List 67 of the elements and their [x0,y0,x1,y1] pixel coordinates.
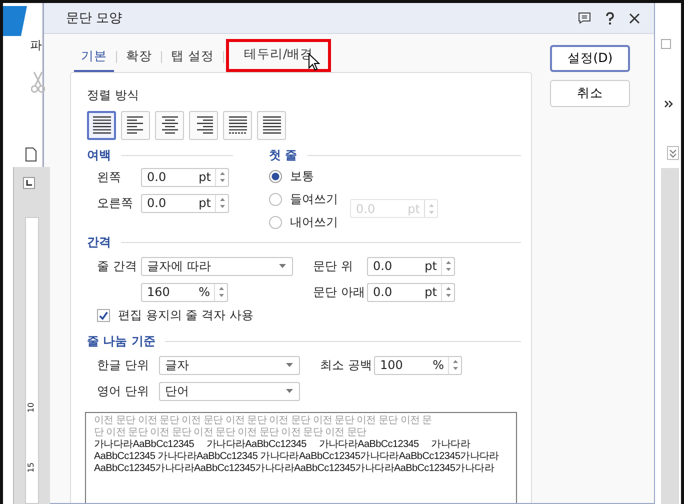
left-align-button[interactable] [121,111,150,140]
section-title: 줄 나눔 기준 [87,332,156,350]
app-logo-icon [3,6,27,36]
field-label: 문단 아래 [313,284,366,300]
section-title: 간격 [87,234,111,250]
section-title: 여백 [87,146,111,164]
preview-text: 가나다라AaBbCc12345 가나다라AaBbCc12345 가나다라AaBbCc12345 가나다라 [94,439,472,451]
menu-item[interactable]: 파 [30,37,42,54]
close-icon[interactable] [629,12,640,24]
dropdown-arrow-icon [286,389,293,393]
number-field[interactable]: 160 % [141,282,228,302]
dropdown-arrow-icon [286,363,293,367]
dropdown[interactable]: 글자 [159,356,300,374]
radio-button[interactable] [269,193,282,206]
radio-label: 들여쓰기 [290,191,338,208]
preview-text: AaBbCc12345 가나다라AaBbCc12345 가나다라AaBbCc12345가나다라AaBbCc12345가나다라 [94,451,500,463]
number-field[interactable]: 100 % [374,356,462,374]
align-lines-icon [126,116,146,135]
center-align-button[interactable] [155,111,184,140]
align-lines-icon [160,116,180,135]
field-label: 줄 간격 [96,258,138,274]
field-label: 왼쪽 [96,168,122,186]
justify-align-button[interactable] [87,111,116,140]
scrollbar[interactable] [661,168,679,504]
preview-text: 단 이전 문단 이전 문단 이전 문단 이전 문단 이전 문단 이전 문단 [94,427,368,439]
checkbox[interactable] [97,309,110,322]
field-label: 최소 공백 [320,356,373,374]
tab[interactable]: 테두리/배경 [236,42,320,68]
dialog-button[interactable]: 취소 [550,80,630,107]
number-field[interactable]: 0.0 pt [141,194,229,212]
dropdown[interactable]: 단어 [159,382,300,400]
window-title: 문단 모양 [66,10,124,27]
field-label: 문단 위 [313,258,354,274]
number-field[interactable]: 0.0 pt [367,282,455,302]
divide-align-button[interactable] [257,111,286,140]
distribute-align-button[interactable] [223,111,252,140]
radio-button[interactable] [269,170,282,183]
align-lines-icon [92,116,112,135]
more-icon[interactable] [664,99,674,109]
number-field[interactable]: 0.0 pt [367,256,455,276]
document-icon[interactable] [25,147,37,162]
tab[interactable]: 탭 설정 [164,42,221,72]
checkbox-label: 편집 용지의 줄 격자 사용 [118,307,254,324]
ruler-number: 10 [26,402,36,413]
comment-icon[interactable] [578,12,591,24]
right-align-button[interactable] [189,111,218,140]
section-title: 첫 줄 [269,146,298,164]
number-field[interactable]: 0.0 pt [141,168,229,186]
align-lines-icon [262,116,282,135]
align-lines-icon [228,116,248,135]
radio-button[interactable] [269,216,282,229]
dropdown-arrow-icon [279,264,286,268]
double-chevron-icon[interactable] [667,146,679,160]
dropdown[interactable]: 글자에 따라 [141,256,293,276]
radio-label: 내어쓰기 [290,214,338,231]
help-icon[interactable] [605,12,615,24]
preview-text: 이전 문단 이전 문단 이전 문단 이전 문단 이전 문단 이전 문단 이전 문단 이전 문 [94,415,433,427]
tab[interactable]: 확장 [119,42,159,72]
ruler-number: 15 [26,462,36,473]
section-label: 정렬 방식 [87,87,140,104]
field-label: 한글 단위 [96,356,150,374]
field-label: 영어 단위 [96,382,150,400]
field-label: 오른쪽 [96,194,134,212]
preview-text: AaBbCc12345가나다라AaBbCc12345가나다라AaBbCc12345가나다라AaBbCc12345가나다라 [94,463,496,475]
radio-label: 보통 [290,168,314,185]
tab-marker-icon[interactable] [23,177,35,189]
dialog-button[interactable]: 설정(D) [550,45,630,72]
